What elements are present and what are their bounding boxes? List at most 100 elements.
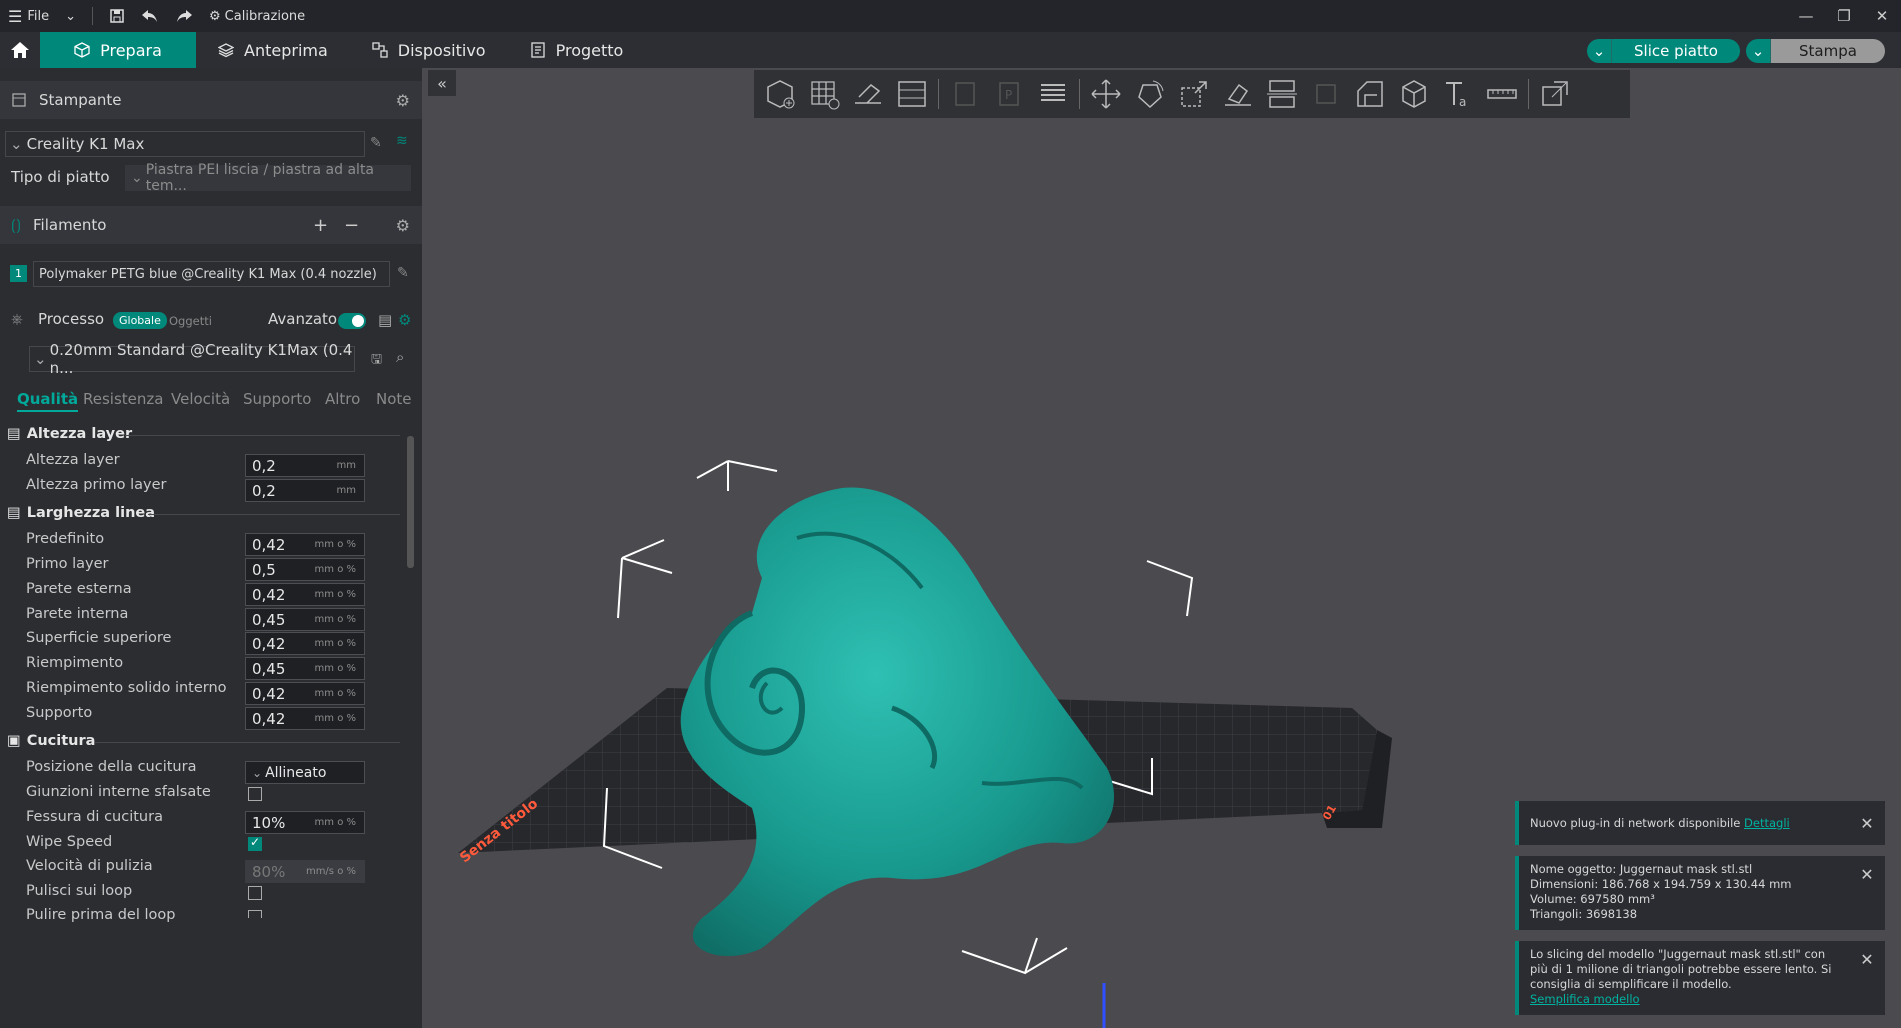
arrange-icon[interactable] bbox=[890, 74, 934, 114]
scale-icon[interactable] bbox=[1172, 74, 1216, 114]
split-parts-icon[interactable]: P bbox=[987, 74, 1031, 114]
undo-icon[interactable] bbox=[133, 0, 167, 32]
slice-dropdown-chevron-icon[interactable]: ⌄ bbox=[1587, 39, 1612, 63]
wipe-speed-checkbox[interactable]: ✓ bbox=[248, 835, 262, 851]
save-icon[interactable] bbox=[101, 0, 133, 32]
plate-type-label: Tipo di piatto bbox=[11, 168, 110, 186]
subtab-other[interactable]: Altro bbox=[325, 390, 360, 408]
process-extra-icon[interactable]: ⚙ bbox=[398, 311, 411, 329]
internal-solid-infill-input[interactable]: 0,42 mm o % bbox=[245, 682, 365, 705]
outer-wall-unit: mm o % bbox=[314, 589, 356, 600]
print-button[interactable]: ⌄ Stampa bbox=[1746, 39, 1885, 63]
seam-gap-input[interactable]: 10% mm o % bbox=[245, 811, 365, 834]
measure-icon[interactable] bbox=[1480, 74, 1524, 114]
file-menu[interactable]: ☰ File bbox=[0, 0, 57, 32]
default-width-input[interactable]: 0,42 mm o % bbox=[245, 533, 365, 556]
first-layer-width-input[interactable]: 0,5 mm o % bbox=[245, 558, 365, 581]
first-layer-height-input[interactable]: 0,2 mm bbox=[245, 479, 365, 502]
global-pill[interactable]: Globale bbox=[113, 312, 167, 329]
print-dropdown-chevron-icon[interactable]: ⌄ bbox=[1746, 39, 1771, 63]
remove-filament-icon[interactable]: − bbox=[344, 215, 359, 236]
simplify-model-link[interactable]: Semplifica modello bbox=[1530, 992, 1640, 1006]
objects-tab[interactable]: Oggetti bbox=[169, 314, 212, 328]
add-object-icon[interactable] bbox=[758, 74, 802, 114]
slice-plate-label: Slice piatto bbox=[1612, 39, 1740, 63]
printer-settings-gear-icon[interactable]: ⚙ bbox=[396, 91, 410, 110]
param-staggered-seams-label: Giunzioni interne sfalsate bbox=[26, 784, 211, 800]
slice-plate-button[interactable]: ⌄ Slice piatto bbox=[1587, 39, 1740, 63]
subtab-quality[interactable]: Qualità bbox=[17, 390, 79, 412]
infill-input[interactable]: 0,45 mm o % bbox=[245, 657, 365, 680]
subtab-strength[interactable]: Resistenza bbox=[83, 390, 163, 408]
layer-height-input[interactable]: 0,2 mm bbox=[245, 454, 365, 477]
settings-sidebar: Stampante ⚙ ⌄ Creality K1 Max ✎ ≋ Tipo d… bbox=[0, 68, 422, 1028]
filament-select[interactable]: Polymaker PETG blue @Creality K1 Max (0.… bbox=[33, 261, 390, 287]
staggered-seams-checkbox[interactable] bbox=[248, 787, 262, 801]
wipe-before-loop-checkbox[interactable] bbox=[248, 910, 262, 918]
tab-project[interactable]: Progetto bbox=[508, 32, 646, 68]
close-notification-icon[interactable]: ✕ bbox=[1857, 949, 1877, 969]
collapse-sidebar-icon[interactable]: « bbox=[428, 70, 456, 96]
top-surface-input[interactable]: 0,42 mm o % bbox=[245, 632, 365, 655]
printer-select[interactable]: ⌄ Creality K1 Max bbox=[5, 131, 365, 157]
printer-icon bbox=[12, 93, 26, 107]
plate-type-select[interactable]: ⌄ Piastra PEI liscia / piastra ad alta t… bbox=[125, 162, 411, 194]
edit-filament-icon[interactable]: ✎ bbox=[397, 265, 409, 281]
maximize-icon[interactable]: ❐ bbox=[1825, 0, 1863, 32]
redo-icon[interactable] bbox=[167, 0, 201, 32]
assembly-view-icon[interactable] bbox=[1533, 74, 1577, 114]
close-notification-icon[interactable]: ✕ bbox=[1857, 813, 1877, 833]
tab-device-label: Dispositivo bbox=[397, 40, 486, 60]
filament-slot-badge[interactable]: 1 bbox=[10, 265, 27, 282]
add-filament-icon[interactable]: + bbox=[313, 215, 328, 236]
filament-name: Polymaker PETG blue @Creality K1 Max (0.… bbox=[39, 266, 377, 282]
advanced-toggle[interactable] bbox=[338, 313, 366, 329]
minimize-icon[interactable]: — bbox=[1787, 0, 1825, 32]
subtab-support[interactable]: Supporto bbox=[243, 390, 311, 408]
search-icon[interactable]: ⌕ bbox=[396, 348, 404, 366]
tab-prepare[interactable]: Prepara bbox=[40, 32, 196, 68]
rotate-icon[interactable] bbox=[1128, 74, 1172, 114]
wipe-speed-input[interactable]: 80% mm/s o % bbox=[245, 860, 365, 883]
outer-wall-input[interactable]: 0,42 mm o % bbox=[245, 583, 365, 606]
notification-plugin-details-link[interactable]: Dettagli bbox=[1744, 816, 1790, 831]
filament-settings-gear-icon[interactable]: ⚙ bbox=[396, 216, 410, 235]
cut-icon[interactable] bbox=[1260, 74, 1304, 114]
home-icon[interactable] bbox=[0, 32, 40, 68]
plate-type-value: Piastra PEI liscia / piastra ad alta tem… bbox=[145, 162, 375, 194]
model-juggernaut-mask[interactable] bbox=[680, 487, 1115, 957]
close-notification-icon[interactable]: ✕ bbox=[1857, 864, 1877, 884]
support-paint-icon[interactable] bbox=[1348, 74, 1392, 114]
file-dropdown-chevron-icon[interactable]: ⌄ bbox=[57, 0, 84, 32]
subtab-speed[interactable]: Velocità bbox=[171, 390, 230, 408]
chevron-down-icon: ⌄ bbox=[10, 135, 23, 153]
chevron-down-icon: ⌄ bbox=[131, 170, 143, 186]
inner-wall-input[interactable]: 0,45 mm o % bbox=[245, 608, 365, 631]
calibration-menu[interactable]: ⚙ Calibrazione bbox=[201, 0, 313, 32]
add-plate-icon[interactable] bbox=[802, 74, 846, 114]
edit-printer-icon[interactable]: ✎ bbox=[370, 135, 382, 151]
seam-gap-value: 10% bbox=[252, 813, 286, 832]
chevron-down-icon: ⌄ bbox=[252, 765, 263, 780]
process-profile-select[interactable]: ⌄ 0.20mm Standard @Creality K1Max (0.4 n… bbox=[29, 341, 355, 377]
seam-position-select[interactable]: ⌄ Allineato bbox=[245, 761, 365, 784]
seam-paint-icon[interactable] bbox=[1392, 74, 1436, 114]
lay-on-face-icon[interactable] bbox=[1216, 74, 1260, 114]
compare-icon[interactable]: ▤ bbox=[378, 311, 392, 329]
auto-orient-icon[interactable] bbox=[846, 74, 890, 114]
param-seam-position-label: Posizione della cucitura bbox=[26, 759, 197, 775]
tab-preview[interactable]: Anteprima bbox=[196, 32, 350, 68]
subtab-notes[interactable]: Note bbox=[376, 390, 412, 408]
text-icon[interactable]: a bbox=[1436, 74, 1480, 114]
split-objects-icon[interactable] bbox=[943, 74, 987, 114]
wipe-on-loops-checkbox[interactable] bbox=[248, 886, 262, 900]
notification-object-info: Nome oggetto: Juggernaut mask stl.stl Di… bbox=[1515, 856, 1885, 930]
save-profile-icon[interactable]: 🖫 bbox=[371, 350, 382, 372]
settings-scrollbar[interactable] bbox=[404, 418, 416, 1024]
support-width-input[interactable]: 0,42 mm o % bbox=[245, 707, 365, 730]
tab-device[interactable]: Dispositivo bbox=[350, 32, 508, 68]
layers-list-icon[interactable] bbox=[1031, 74, 1075, 114]
move-icon[interactable] bbox=[1084, 74, 1128, 114]
boolean-icon[interactable] bbox=[1304, 74, 1348, 114]
close-window-icon[interactable]: ✕ bbox=[1863, 0, 1901, 32]
